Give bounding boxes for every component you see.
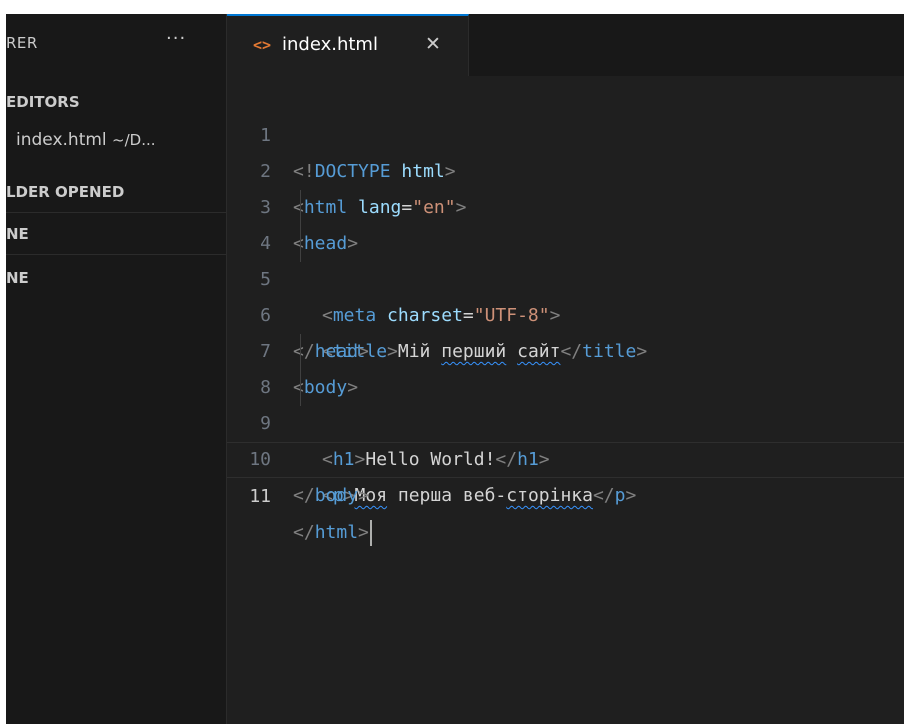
close-icon[interactable]: ✕ — [425, 33, 441, 55]
code-line[interactable]: 9 <p>Моя перша веб-сторінка</p> — [227, 370, 904, 506]
indent-guide — [300, 190, 301, 226]
code-line[interactable]: 5 <title>Мій перший сайт</title> — [227, 226, 904, 362]
timeline-section[interactable]: NE — [6, 260, 226, 296]
code-line[interactable]: 4 <meta charset="UTF-8"> — [227, 190, 904, 326]
section-divider — [6, 212, 226, 213]
indent-guide — [300, 226, 301, 262]
code-line[interactable]: 10 </body> — [227, 406, 904, 506]
open-editor-file-name: index.html — [16, 130, 107, 150]
code-line[interactable]: 1 <!DOCTYPE html> — [227, 82, 904, 182]
code-line[interactable]: 7 <body> — [227, 298, 904, 398]
no-folder-section[interactable]: LDER OPENED — [6, 174, 226, 210]
tab-bar: <> index.html ✕ — [227, 14, 904, 76]
timeline-label: NE — [6, 269, 29, 287]
text-cursor — [369, 520, 372, 546]
vscode-window: RER ··· EDITORS index.html ~/D... LDER O… — [6, 14, 904, 724]
open-editor-file-path: ~/D... — [112, 131, 156, 149]
code-line[interactable]: 6 </head> — [227, 262, 904, 362]
open-editors-section[interactable]: EDITORS — [6, 84, 226, 120]
editor-area: <> index.html ✕ 1 <!DOCTYPE html> 2 <htm… — [227, 14, 904, 724]
code-line[interactable]: 2 <html lang="en"> — [227, 118, 904, 218]
code-line[interactable]: 8 <h1>Hello World!</h1> — [227, 334, 904, 470]
indent-guide — [300, 370, 301, 406]
line-number: 11 — [249, 486, 271, 507]
tab-label: index.html — [282, 34, 378, 55]
more-actions-icon[interactable]: ··· — [166, 28, 186, 49]
line-text: </html> — [293, 515, 372, 551]
line-text: <p>Моя перша веб-сторінка</p> — [322, 485, 637, 506]
explorer-header: RER ··· — [6, 14, 226, 76]
open-editor-item-index-html[interactable]: index.html ~/D... — [6, 122, 226, 158]
code-line-current[interactable]: 11 </html> — [227, 442, 904, 546]
no-folder-label: LDER OPENED — [6, 183, 125, 201]
tab-index-html[interactable]: <> index.html ✕ — [227, 14, 469, 76]
html-file-icon: <> — [253, 36, 272, 54]
section-divider — [6, 254, 226, 255]
outline-label: NE — [6, 225, 29, 243]
explorer-title: RER — [6, 34, 38, 52]
indent-guide — [300, 334, 301, 370]
code-line[interactable]: 3 <head> — [227, 154, 904, 254]
open-editors-label: EDITORS — [6, 93, 80, 111]
outline-section[interactable]: NE — [6, 216, 226, 252]
explorer-sidebar: RER ··· EDITORS index.html ~/D... LDER O… — [6, 14, 227, 724]
